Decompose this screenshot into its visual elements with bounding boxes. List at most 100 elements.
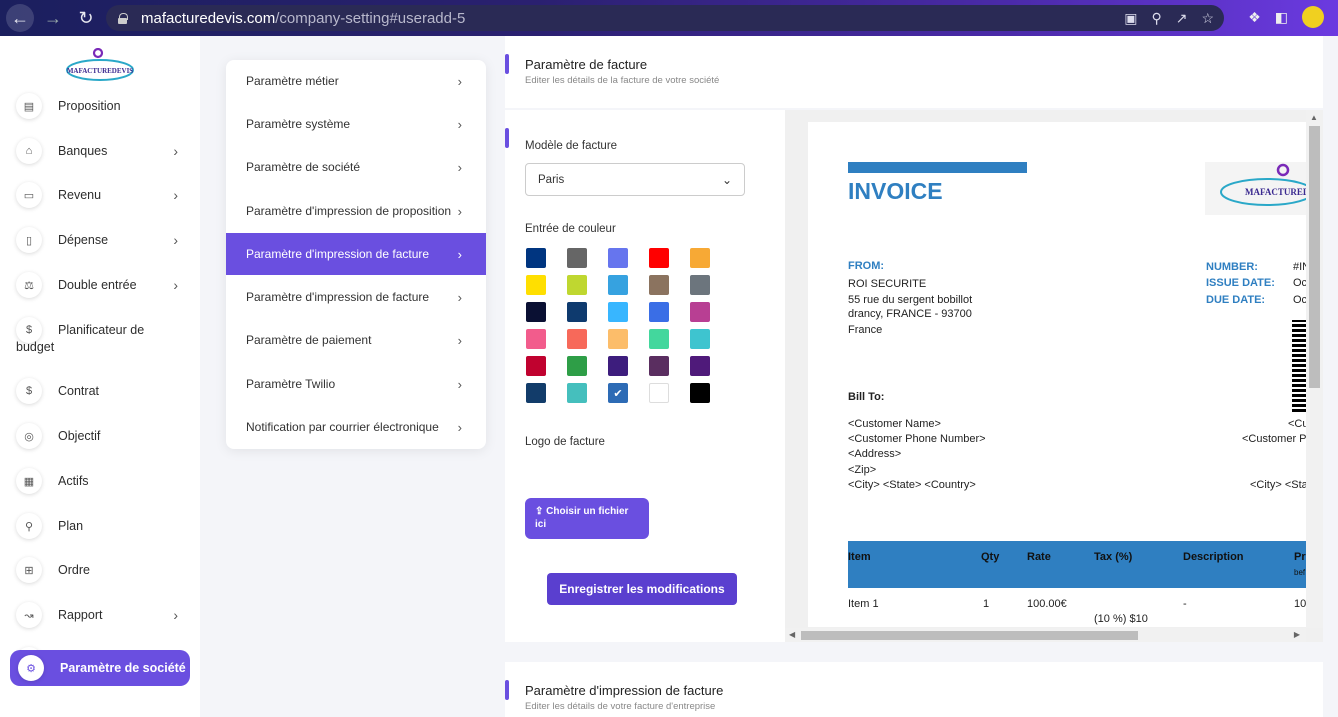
sidebar-item-8[interactable]: ▦ Actifs (16, 466, 196, 496)
bank-icon: ⌂ (16, 138, 42, 164)
sidebar-item-7[interactable]: ◎ Objectif (16, 421, 196, 451)
scroll-up-arrow-icon[interactable]: ▲ (1310, 113, 1318, 122)
color-swatch[interactable] (526, 356, 546, 376)
vertical-scroll-thumb[interactable] (1309, 126, 1320, 388)
menu-item-1[interactable]: Paramètre système › (226, 103, 486, 145)
sidebar-item-9[interactable]: ⚲ Plan (16, 511, 196, 541)
company-logo: MAFACTUREDEVIS (66, 48, 134, 81)
translate-icon[interactable]: ▣ (1124, 10, 1137, 27)
menu-item-6[interactable]: Paramètre de paiement › (226, 319, 486, 361)
color-swatch[interactable] (608, 248, 628, 268)
sidebar-item-3[interactable]: ▯ Dépense › (16, 225, 196, 255)
chevron-right-icon: › (173, 187, 178, 203)
color-swatch[interactable] (649, 302, 669, 322)
chevron-right-icon: › (457, 376, 462, 392)
upload-icon: ⇪ (535, 506, 544, 517)
color-swatch[interactable] (526, 329, 546, 349)
color-swatch[interactable] (690, 302, 710, 322)
color-swatch[interactable] (567, 383, 587, 403)
scroll-right-arrow-icon[interactable]: ▶ (1294, 630, 1300, 639)
color-swatch[interactable] (608, 275, 628, 295)
color-swatch[interactable] (690, 356, 710, 376)
sidebar-item-11[interactable]: ↝ Rapport › (16, 600, 196, 630)
color-swatch[interactable] (690, 383, 710, 403)
col-tax: Tax (%) (1094, 551, 1133, 563)
preview-vertical-scrollbar[interactable]: ▲ (1306, 110, 1323, 628)
sidebar-item-label-line2: budget (16, 340, 55, 354)
menu-item-2[interactable]: Paramètre de société › (226, 146, 486, 188)
profile-avatar[interactable] (1302, 6, 1324, 28)
color-swatch[interactable] (690, 275, 710, 295)
sidebar-item-1[interactable]: ⌂ Banques › (16, 136, 196, 166)
sidebar-item-4[interactable]: ⚖ Double entrée › (16, 270, 196, 300)
reload-icon[interactable]: ↻ (72, 4, 100, 32)
col-description: Description (1183, 551, 1244, 563)
color-swatch[interactable] (526, 302, 546, 322)
color-swatch[interactable] (649, 248, 669, 268)
scroll-left-arrow-icon[interactable]: ◀ (789, 630, 795, 639)
menu-item-3[interactable]: Paramètre d'impression de proposition › (226, 190, 486, 232)
color-swatch[interactable] (608, 302, 628, 322)
sidebar-item-6[interactable]: $ Contrat (16, 376, 196, 406)
sidebar-item-label: Banques (58, 144, 108, 158)
color-swatch[interactable] (649, 275, 669, 295)
chevron-right-icon: › (457, 159, 462, 175)
color-swatch[interactable] (567, 248, 587, 268)
extensions-puzzle-icon[interactable]: ❖ (1248, 9, 1261, 26)
url-path: /company-setting#useradd-5 (275, 9, 466, 27)
chart-icon: ↝ (16, 602, 42, 628)
color-swatch[interactable] (690, 329, 710, 349)
col-price: Pr (1294, 551, 1306, 563)
menu-item-7[interactable]: Paramètre Twilio › (226, 363, 486, 405)
color-swatch[interactable] (608, 329, 628, 349)
color-swatch[interactable] (649, 329, 669, 349)
sidebar-item-0[interactable]: ▤ Proposition (16, 91, 196, 121)
color-swatch[interactable] (690, 248, 710, 268)
color-swatch[interactable] (567, 356, 587, 376)
menu-item-8[interactable]: Notification par courrier électronique › (226, 406, 486, 448)
address-bar[interactable]: mafacturedevis.com/company-setting#usera… (106, 5, 1224, 31)
template-select[interactable]: Paris ⌄ (525, 163, 745, 196)
color-swatch[interactable] (526, 248, 546, 268)
color-swatch[interactable]: ✔ (608, 383, 628, 403)
back-arrow-icon[interactable]: ← (6, 4, 34, 32)
horizontal-scroll-thumb[interactable] (801, 631, 1138, 640)
sidebar-item-2[interactable]: ▭ Revenu › (16, 180, 196, 210)
upload-logo-button[interactable]: ⇪ Choisir un fichier ici (525, 498, 649, 539)
bookmark-star-icon[interactable]: ☆ (1201, 10, 1214, 27)
color-swatch[interactable] (567, 329, 587, 349)
sidepanel-icon[interactable]: ◧ (1275, 9, 1288, 26)
url-domain: mafacturedevis.com (141, 9, 276, 27)
sidebar-item-company-settings[interactable]: ⚙ Paramètre de société (10, 650, 190, 686)
color-swatch[interactable] (608, 356, 628, 376)
color-swatch[interactable] (567, 302, 587, 322)
sidebar-item-label: Revenu (58, 188, 102, 202)
from-line: ROI SECURITE (848, 278, 927, 290)
invoice-logo-text: MAFACTURED (1245, 187, 1308, 197)
color-swatch[interactable] (649, 383, 669, 403)
color-swatch[interactable] (649, 356, 669, 376)
save-changes-button[interactable]: Enregistrer les modifications (547, 573, 737, 605)
color-swatch[interactable] (567, 275, 587, 295)
menu-item-5[interactable]: Paramètre d'impression de facture › (226, 276, 486, 318)
menu-item-4[interactable]: Paramètre d'impression de facture › (226, 233, 486, 275)
menu-item-0[interactable]: Paramètre métier › (226, 60, 486, 102)
row-qty: 1 (983, 598, 990, 610)
zoom-icon[interactable]: ⚲ (1151, 10, 1161, 27)
sidebar-item-label: Actifs (58, 474, 89, 488)
ship-line: <City> <Sta (1250, 479, 1308, 491)
color-swatch[interactable] (526, 275, 546, 295)
template-label: Modèle de facture (525, 140, 618, 152)
menu-item-label: Notification par courrier électronique (246, 420, 439, 434)
sidebar-item-10[interactable]: ⊞ Ordre (16, 555, 196, 585)
trophy-icon: ⚲ (16, 513, 42, 539)
page-scrollbar[interactable] (1323, 36, 1338, 717)
forward-arrow-icon[interactable]: → (39, 4, 67, 32)
share-icon[interactable]: ↗ (1176, 10, 1188, 27)
color-swatch[interactable] (526, 383, 546, 403)
sidebar-item-label: Plan (58, 519, 84, 533)
sidebar-item-label: Double entrée (58, 278, 137, 292)
money-icon: $ (16, 378, 42, 404)
preview-horizontal-scrollbar[interactable]: ◀ ▶ (785, 628, 1306, 642)
chevron-right-icon: › (173, 277, 178, 293)
